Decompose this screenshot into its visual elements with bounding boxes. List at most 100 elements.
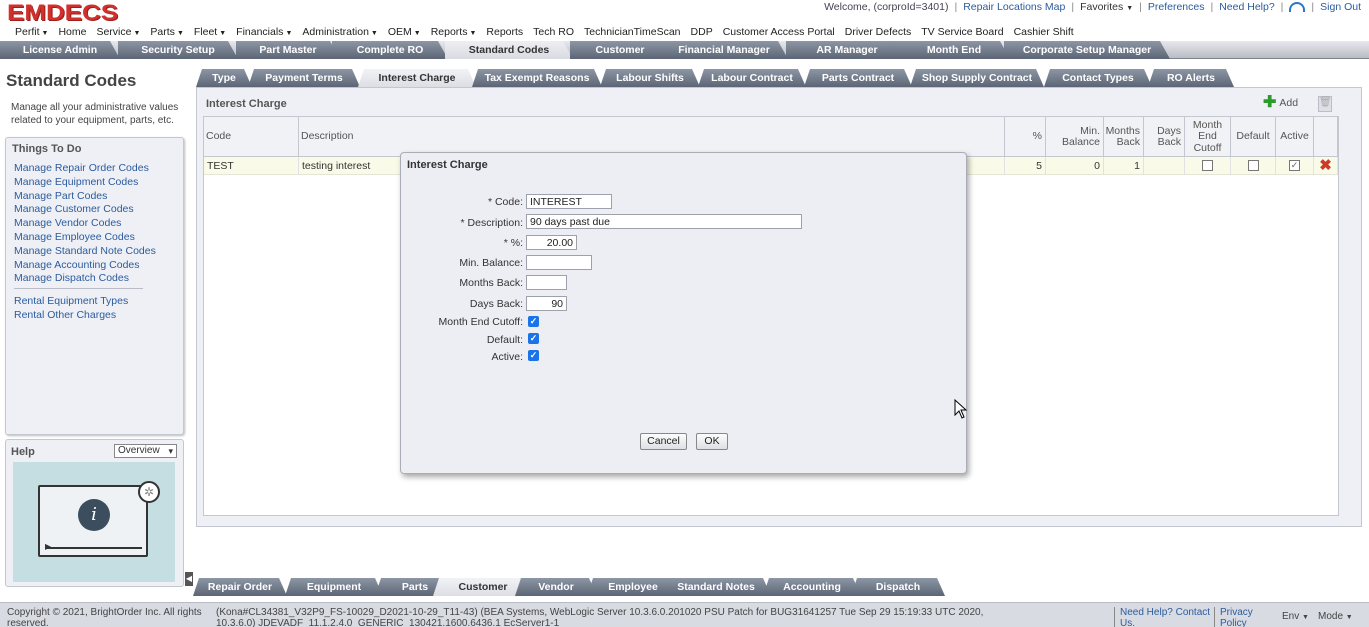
ok-button[interactable]: OK: [696, 433, 728, 450]
bottom-tab[interactable]: Vendor: [515, 578, 597, 596]
sub-tab[interactable]: Contact Types: [1044, 69, 1152, 87]
bottom-tab[interactable]: Equipment: [285, 578, 383, 596]
todo-link[interactable]: Manage Vendor Codes: [14, 217, 156, 231]
default-checkbox[interactable]: ✓: [528, 333, 539, 344]
todo-link[interactable]: Manage Part Codes: [14, 190, 156, 204]
active-checkbox[interactable]: ✓: [528, 350, 539, 361]
footer-help: Need Help? Contact Us.: [1114, 607, 1212, 627]
column-header[interactable]: Default: [1231, 117, 1276, 157]
column-header[interactable]: %: [1005, 117, 1046, 157]
sub-tab[interactable]: Payment Terms: [248, 69, 360, 87]
menu-item[interactable]: TechnicianTimeScan: [579, 26, 686, 38]
cell-month-end-cutoff: [1185, 157, 1231, 175]
menu-item[interactable]: Tech RO: [528, 26, 579, 38]
todo-link[interactable]: Manage Equipment Codes: [14, 176, 156, 190]
todo-link[interactable]: Manage Dispatch Codes: [14, 272, 156, 286]
column-header[interactable]: Min. Balance: [1046, 117, 1104, 157]
bottom-tab[interactable]: Accounting: [763, 578, 861, 596]
delete-icon[interactable]: ✖: [1319, 157, 1332, 174]
todo-link[interactable]: Manage Accounting Codes: [14, 259, 156, 273]
need-help-link[interactable]: Need Help?: [1219, 1, 1274, 13]
column-header[interactable]: Month End Cutoff: [1185, 117, 1231, 157]
todo-link[interactable]: Rental Equipment Types: [14, 295, 128, 309]
sub-tab[interactable]: Labour Shifts: [600, 69, 700, 87]
repair-locations-link[interactable]: Repair Locations Map: [963, 1, 1065, 13]
sub-tab[interactable]: Type: [196, 69, 252, 87]
menu-item[interactable]: Customer Access Portal: [718, 26, 840, 38]
default-checkbox[interactable]: [1247, 159, 1259, 171]
menu-item[interactable]: DDP: [686, 26, 718, 38]
sign-out-link[interactable]: Sign Out: [1320, 1, 1361, 13]
column-header[interactable]: Code: [204, 117, 299, 157]
days-back-field[interactable]: [526, 296, 567, 311]
todo-link[interactable]: Manage Employee Codes: [14, 231, 156, 245]
bottom-tab[interactable]: Repair Order: [193, 578, 287, 596]
sub-tab[interactable]: RO Alerts: [1148, 69, 1234, 87]
chevron-down-icon: ▼: [1302, 614, 1309, 621]
month-end-cutoff-checkbox[interactable]: [1202, 159, 1213, 171]
app-tab[interactable]: Customer: [570, 41, 670, 59]
sub-tab[interactable]: Labour Contract: [698, 69, 806, 87]
percent-field[interactable]: [526, 235, 577, 250]
app-tab[interactable]: Month End: [898, 41, 1010, 59]
preferences-link[interactable]: Preferences: [1148, 1, 1205, 13]
help-video-thumbnail[interactable]: i ▶ ✲: [13, 462, 175, 582]
sidebar-description: Manage all your administrative values re…: [11, 102, 179, 126]
menu-item[interactable]: Reports ▼: [426, 26, 482, 38]
app-tab[interactable]: Standard Codes: [445, 41, 573, 59]
chevron-down-icon: ▾: [168, 446, 173, 456]
column-header[interactable]: Days Back: [1144, 117, 1185, 157]
app-tab[interactable]: Corporate Setup Manager: [1004, 41, 1170, 59]
cancel-button[interactable]: Cancel: [640, 433, 687, 450]
description-field[interactable]: [526, 214, 802, 229]
panel-title: Interest Charge: [206, 98, 287, 110]
menu-item[interactable]: Reports: [481, 26, 528, 38]
menu-item[interactable]: Home: [53, 26, 91, 38]
bottom-tab[interactable]: Standard Notes: [661, 578, 771, 596]
contact-us-link[interactable]: Need Help? Contact Us.: [1120, 607, 1210, 627]
menu-item[interactable]: Fleet ▼: [189, 26, 231, 38]
sub-tab[interactable]: Tax Exempt Reasons: [472, 69, 602, 87]
privacy-policy-link[interactable]: Privacy Policy: [1220, 607, 1253, 627]
app-tab[interactable]: Part Master: [236, 41, 340, 59]
min-balance-field[interactable]: [526, 255, 592, 270]
app-tab[interactable]: Security Setup: [118, 41, 238, 59]
todo-link[interactable]: Manage Customer Codes: [14, 203, 156, 217]
menu-item[interactable]: Parts ▼: [145, 26, 188, 38]
app-tab[interactable]: Complete RO: [332, 41, 448, 59]
app-tab[interactable]: Financial Manager: [660, 41, 788, 59]
favorites-menu[interactable]: Favorites ▼: [1080, 1, 1133, 13]
menu-item[interactable]: TV Service Board: [916, 26, 1008, 38]
todo-link[interactable]: Rental Other Charges: [14, 309, 128, 323]
sub-tab[interactable]: Shop Supply Contract: [910, 69, 1044, 87]
collapse-sidebar-icon[interactable]: ◀: [185, 572, 193, 586]
menu-item[interactable]: Cashier Shift: [1009, 26, 1079, 38]
month-end-cutoff-checkbox[interactable]: ✓: [528, 316, 539, 327]
sub-tab[interactable]: Interest Charge: [358, 69, 476, 87]
mode-menu[interactable]: Mode ▼: [1318, 611, 1353, 622]
menu-item[interactable]: OEM ▼: [383, 26, 426, 38]
menu-item[interactable]: Service ▼: [91, 26, 145, 38]
column-header[interactable]: Active: [1276, 117, 1314, 157]
env-menu[interactable]: Env ▼: [1282, 611, 1309, 622]
app-tab[interactable]: License Admin: [0, 41, 120, 59]
code-field[interactable]: [526, 194, 612, 209]
sub-tab[interactable]: Parts Contract: [804, 69, 912, 87]
video-progress-bar: [46, 547, 142, 549]
bottom-tab[interactable]: Dispatch: [851, 578, 945, 596]
column-header[interactable]: Months Back: [1104, 117, 1144, 157]
todo-link[interactable]: Manage Repair Order Codes: [14, 162, 156, 176]
app-tab[interactable]: AR Manager: [786, 41, 908, 59]
months-back-field[interactable]: [526, 275, 567, 290]
add-button[interactable]: ✚ Add: [1263, 95, 1298, 111]
todo-link[interactable]: Manage Standard Note Codes: [14, 245, 156, 259]
menu-item[interactable]: Administration ▼: [297, 26, 382, 38]
menu-item[interactable]: Perfit ▼: [10, 26, 53, 38]
trash-icon[interactable]: 🗑: [1318, 96, 1332, 112]
active-checkbox[interactable]: ✓: [1289, 159, 1300, 171]
menu-item[interactable]: Driver Defects: [840, 26, 917, 38]
menu-item[interactable]: Financials ▼: [231, 26, 297, 38]
column-header[interactable]: Description: [299, 117, 1005, 157]
user-icon[interactable]: [1289, 2, 1306, 12]
help-topic-select[interactable]: Overview ▾: [114, 444, 177, 458]
